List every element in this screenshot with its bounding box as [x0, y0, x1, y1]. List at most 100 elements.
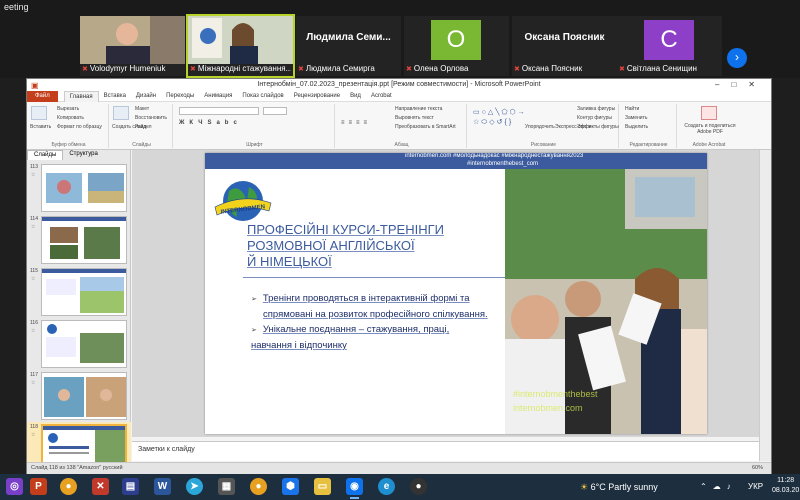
word-icon[interactable]: W	[154, 478, 171, 495]
slide-thumbnail[interactable]: 116 ☆	[27, 318, 131, 370]
font-group: ЖКЧSabc Шрифт	[175, 104, 335, 148]
smartart-button[interactable]: Преобразовать в SmartArt	[395, 124, 456, 130]
tab-file[interactable]: Файл	[27, 90, 58, 102]
shapes-gallery[interactable]: ▭○△╲⬠⬡→	[473, 108, 527, 116]
tab-transitions[interactable]: Переходы	[161, 93, 199, 99]
calculator-icon[interactable]: ▦	[218, 478, 235, 495]
next-page-arrow-icon[interactable]: ›	[727, 48, 747, 68]
participant-tile[interactable]: ✖ Volodymyr Humeniuk	[80, 16, 185, 76]
participant-tile[interactable]: О ✖ Олена Орлова	[404, 16, 509, 76]
file-explorer-icon[interactable]: ▭	[314, 478, 331, 495]
zoom-icon[interactable]: ◉	[346, 478, 363, 499]
editing-group-label: Редактирование	[629, 142, 668, 148]
zoom-level[interactable]: 60%	[752, 465, 763, 471]
create-pdf-button[interactable]: Создать и поделиться Adobe PDF	[681, 123, 739, 135]
transition-star-icon: ☆	[31, 172, 36, 178]
select-button[interactable]: Выделить	[625, 124, 648, 130]
font-size-select[interactable]	[263, 107, 287, 115]
speaker-notes[interactable]: Заметки к слайду	[132, 441, 759, 461]
adobe-pdf-icon[interactable]	[701, 106, 717, 120]
participant-display-name: Людмила Семи...	[306, 32, 391, 43]
participant-name: ✖ Оксана Поясник	[514, 64, 583, 73]
tab-slides[interactable]: Слайды	[27, 150, 64, 160]
mic-muted-icon: ✖	[82, 66, 88, 73]
participant-name: ✖ Міжнародні стажування...	[190, 64, 291, 73]
bullet-text: спрямовані на розвиток професійного спіл…	[263, 309, 488, 320]
app-icon[interactable]: ●	[410, 478, 427, 495]
chrome-icon[interactable]: ●	[250, 478, 267, 495]
bullet-arrow-icon: ➢	[251, 296, 257, 303]
reset-button[interactable]: Восстановить	[135, 115, 167, 121]
paste-button[interactable]: Вставить	[30, 124, 51, 130]
slides-group-label: Слайды	[132, 142, 151, 148]
participant-video	[188, 16, 293, 64]
slide-title: ПРОФЕСІЙНІ КУРСИ-ТРЕНІНГИ РОЗМОВНОЇ АНГЛ…	[247, 222, 507, 270]
slide-number: 114	[30, 216, 38, 222]
current-slide[interactable]: internobmen.com #молодьнадокас #міжнарод…	[205, 153, 707, 434]
new-slide-icon[interactable]	[113, 106, 129, 120]
vertical-scrollbar[interactable]	[759, 150, 771, 461]
shape-outline-button[interactable]: Контур фигуры	[577, 115, 612, 121]
weather-widget[interactable]: ☀ 6°C Partly sunny	[580, 474, 658, 500]
clock[interactable]: 11:28 08.03.20	[772, 476, 799, 496]
system-tray-icons[interactable]: ⌃☁♪	[700, 474, 737, 500]
tab-outline[interactable]: Структура	[63, 150, 103, 160]
app-icon[interactable]: ◎	[6, 478, 23, 495]
pane-tabs: Слайды Структура	[27, 150, 130, 160]
app-icon[interactable]: ⬢	[282, 478, 299, 495]
tab-slideshow[interactable]: Показ слайдов	[237, 93, 288, 99]
participant-name: ✖ Світлана Сенищин	[619, 64, 697, 73]
paste-icon[interactable]	[31, 106, 47, 120]
input-language[interactable]: УКР	[748, 474, 763, 500]
app-icon[interactable]: ▤	[122, 478, 139, 495]
participant-video	[80, 16, 185, 64]
replace-button[interactable]: Заменить	[625, 115, 647, 121]
slide-number: 115	[30, 268, 38, 274]
clock-time: 11:28	[777, 477, 795, 484]
tab-view[interactable]: Вид	[345, 93, 366, 99]
paragraph-align-buttons[interactable]: ≡≡≡≡	[341, 120, 371, 126]
window-controls[interactable]: –□✕	[715, 79, 767, 91]
tab-design[interactable]: Дизайн	[131, 93, 161, 99]
slide-thumbnail[interactable]: 114 ☆	[27, 214, 131, 266]
powerpoint-window: ▣ Інтернобмін_07.02.2023_презентація.ppt…	[26, 78, 772, 474]
text-direction-button[interactable]: Направление текста	[395, 106, 442, 112]
find-button[interactable]: Найти	[625, 106, 639, 112]
participant-tile-active-speaker[interactable]: ✖ Міжнародні стажування...	[186, 14, 295, 78]
acrobat-group: Создать и поделиться Adobe PDF Adobe Acr…	[679, 104, 739, 148]
app-icon[interactable]: ✕	[92, 478, 109, 495]
font-name-select[interactable]	[179, 107, 259, 115]
powerpoint-icon[interactable]: P	[30, 478, 47, 495]
tab-review[interactable]: Рецензирование	[289, 93, 345, 99]
participant-tile[interactable]: Оксана Поясник ✖ Оксана Поясник	[512, 16, 617, 76]
layout-button[interactable]: Макет	[135, 106, 149, 112]
tab-animations[interactable]: Анимация	[199, 93, 237, 99]
slide-thumbnail[interactable]: 113 ☆	[27, 162, 131, 214]
slide-thumbnail[interactable]: 117 ☆	[27, 370, 131, 422]
editing-group: Найти Заменить Выделить Редактирование	[621, 104, 677, 148]
tab-insert[interactable]: Вставка	[99, 93, 131, 99]
align-text-button[interactable]: Выровнять текст	[395, 115, 434, 121]
photo-url-overlay: internobmen.com	[513, 403, 583, 413]
format-painter-button[interactable]: Формат по образцу	[57, 124, 102, 130]
shape-effects-button[interactable]: Эффекты фигуры	[577, 124, 619, 130]
arrange-button[interactable]: Упорядочить	[525, 124, 555, 130]
slide-thumbnail[interactable]: 115 ☆	[27, 266, 131, 318]
shape-fill-button[interactable]: Заливка фигуры	[577, 106, 615, 112]
thumbnail-image	[41, 320, 127, 368]
copy-button[interactable]: Копировать	[57, 115, 84, 121]
font-style-buttons[interactable]: ЖКЧSabc	[179, 120, 242, 126]
bullet-text: навчання і відпочинку	[251, 340, 347, 351]
tab-acrobat[interactable]: Acrobat	[366, 93, 397, 99]
participant-tile[interactable]: Людмила Семи... ✖ Людмила Семирга	[296, 16, 401, 76]
shapes-gallery-row2[interactable]: ☆⬭◇↺{}	[473, 118, 513, 127]
tab-home[interactable]: Главная	[63, 90, 99, 102]
edge-icon[interactable]: e	[378, 478, 395, 495]
participant-tile[interactable]: С ✖ Світлана Сенищин	[617, 16, 722, 76]
participant-name: ✖ Людмила Семирга	[298, 64, 375, 73]
cut-button[interactable]: Вырезать	[57, 106, 79, 112]
bullet-item: ➢ Тренінги проводяться в інтерактивній фо…	[251, 291, 513, 307]
section-button[interactable]: Раздел	[135, 124, 152, 130]
telegram-icon[interactable]: ➤	[186, 478, 203, 495]
chrome-icon[interactable]: ●	[60, 478, 77, 495]
